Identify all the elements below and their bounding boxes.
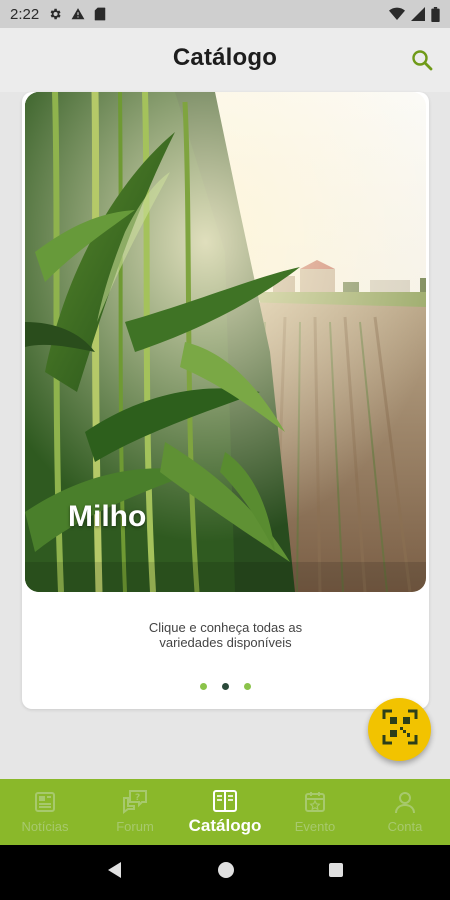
battery-icon (431, 6, 440, 22)
calendar-icon (303, 788, 327, 814)
nav-label: Catálogo (188, 816, 262, 835)
status-bar: 2:22 (0, 0, 450, 28)
nav-item-noticias[interactable]: Notícias (0, 779, 90, 845)
nav-label: Notícias (21, 819, 69, 834)
page-dot[interactable] (244, 683, 251, 690)
description-line-2: variedades disponíveis (159, 635, 292, 650)
person-icon (393, 788, 417, 814)
nav-item-catalogo[interactable]: Catálogo (180, 779, 270, 845)
svg-text:?: ? (135, 793, 140, 803)
page-title: Catálogo (172, 44, 278, 71)
home-icon[interactable] (217, 861, 235, 884)
nav-item-forum[interactable]: ? Forum (90, 779, 180, 845)
page-indicator (22, 683, 429, 690)
qr-scan-button[interactable] (368, 698, 431, 761)
bottom-navigation: Notícias ? Forum Catálogo Evento Conta (0, 779, 450, 845)
page-dot[interactable] (200, 683, 207, 690)
description-line-1: Clique e conheça todas as (148, 620, 303, 635)
nav-item-evento[interactable]: Evento (270, 779, 360, 845)
newspaper-icon (33, 788, 57, 814)
nav-label: Forum (116, 819, 154, 834)
system-navigation-bar (0, 845, 450, 900)
gear-icon (48, 7, 62, 21)
forum-chat-icon: ? (121, 788, 149, 814)
qr-code-icon (382, 709, 418, 750)
nav-item-conta[interactable]: Conta (360, 779, 450, 845)
catalog-book-icon (212, 788, 238, 814)
wifi-icon (389, 7, 405, 21)
signal-icon (411, 7, 425, 21)
catalog-card[interactable]: Milho Clique e conheça todas as variedad… (22, 92, 429, 709)
search-icon[interactable] (410, 48, 434, 72)
corn-field-image[interactable]: Milho (25, 92, 426, 592)
card-title: Milho (68, 500, 147, 533)
back-icon[interactable] (106, 861, 124, 884)
recents-icon[interactable] (328, 862, 344, 883)
nav-label: Evento (294, 819, 336, 834)
card-description: Clique e conheça todas as variedades dis… (22, 620, 429, 650)
warning-icon (71, 7, 85, 21)
sd-card-icon (94, 7, 106, 21)
nav-label: Conta (387, 819, 423, 834)
page-dot-active[interactable] (222, 683, 229, 690)
app-header: Catálogo (0, 28, 450, 92)
status-time: 2:22 (10, 5, 40, 23)
